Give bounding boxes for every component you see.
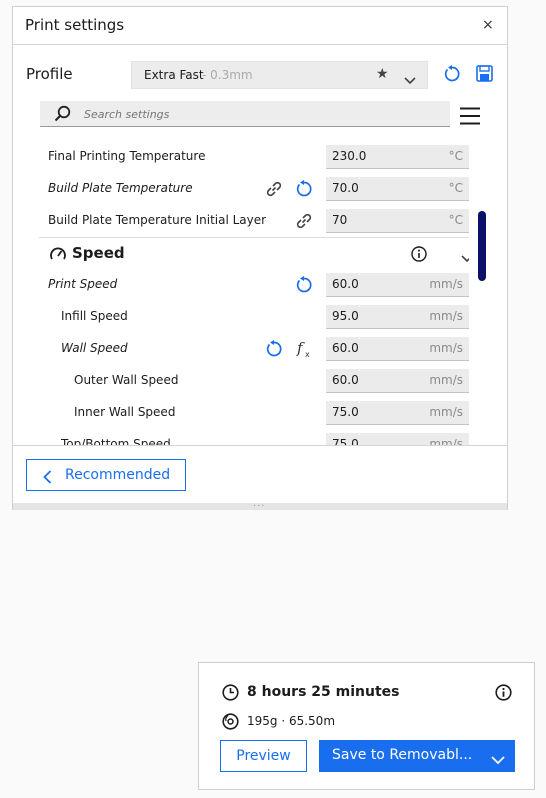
save-icon[interactable] — [476, 65, 493, 86]
setting-value-field[interactable]: 230.0 °C — [326, 145, 469, 169]
save-label: Save to Removabl... — [332, 747, 473, 763]
setting-row: Top/Bottom Speed 75.0 mm/s — [39, 429, 469, 445]
chevron-down-icon[interactable] — [461, 248, 469, 267]
setting-value: 75.0 — [332, 405, 359, 419]
recommended-button[interactable]: Recommended — [26, 459, 186, 491]
settings-list: Final Printing Temperature 230.0 °C Buil… — [39, 145, 469, 445]
material-usage: 195g · 65.50m — [247, 714, 336, 728]
setting-unit: mm/s — [429, 309, 463, 323]
preview-button[interactable]: Preview — [220, 740, 307, 772]
setting-value: 70.0 — [332, 181, 359, 195]
clock-icon — [222, 684, 239, 705]
category-title: Speed — [72, 244, 125, 262]
setting-value-field[interactable]: 60.0 mm/s — [326, 337, 469, 361]
footer-divider — [13, 445, 507, 446]
setting-label: Build Plate Temperature — [48, 181, 193, 195]
print-summary-card: 8 hours 25 minutes 195g · 65.50m Preview… — [198, 662, 535, 790]
setting-value: 60.0 — [332, 373, 359, 387]
setting-unit: mm/s — [429, 373, 463, 387]
recommended-label: Recommended — [65, 467, 171, 483]
close-icon[interactable]: × — [482, 17, 494, 33]
setting-row: Print Speed 60.0 mm/s — [39, 269, 469, 301]
speedometer-icon — [49, 246, 67, 266]
menu-icon[interactable] — [460, 107, 480, 129]
setting-row: Final Printing Temperature 230.0 °C — [39, 145, 469, 173]
chevron-down-icon — [404, 70, 416, 89]
setting-unit: mm/s — [429, 277, 463, 291]
profile-dropdown[interactable]: Extra Fast - 0.3mm ★ — [131, 61, 428, 89]
reset-icon[interactable] — [295, 180, 313, 202]
setting-unit: mm/s — [429, 341, 463, 355]
setting-value-field[interactable]: 70.0 °C — [326, 177, 469, 201]
setting-value: 70 — [332, 213, 348, 227]
category-speed[interactable]: Speed — [39, 237, 469, 269]
reset-icon[interactable] — [265, 340, 283, 362]
link-icon[interactable] — [265, 180, 283, 202]
setting-row: Wall Speed fx 60.0 mm/s — [39, 333, 469, 365]
info-icon[interactable] — [495, 684, 512, 705]
profile-name: Extra Fast — [144, 68, 204, 82]
setting-label: Inner Wall Speed — [74, 405, 176, 419]
setting-value-field[interactable]: 60.0 mm/s — [326, 273, 469, 297]
setting-row: Infill Speed 95.0 mm/s — [39, 301, 469, 333]
panel-header: Print settings × — [13, 7, 507, 45]
setting-label: Final Printing Temperature — [48, 149, 206, 163]
info-icon[interactable] — [411, 246, 427, 266]
setting-label: Print Speed — [48, 277, 118, 291]
star-icon[interactable]: ★ — [376, 66, 389, 82]
search-icon — [54, 105, 72, 127]
setting-value: 60.0 — [332, 341, 359, 355]
setting-value-field[interactable]: 75.0 mm/s — [326, 401, 469, 425]
profile-label: Profile — [26, 65, 73, 83]
reset-icon[interactable] — [443, 65, 461, 87]
setting-value-field[interactable]: 70 °C — [326, 209, 469, 233]
chevron-left-icon — [43, 469, 52, 488]
function-icon[interactable]: fx — [296, 339, 314, 363]
profile-layer-height: - 0.3mm — [202, 68, 253, 82]
setting-label: Top/Bottom Speed — [61, 437, 171, 445]
setting-value: 75.0 — [332, 437, 359, 445]
setting-value: 60.0 — [332, 277, 359, 291]
chevron-down-icon[interactable] — [491, 750, 505, 769]
setting-unit: mm/s — [429, 437, 463, 445]
drag-dots-icon: ... — [253, 498, 266, 509]
setting-value-field[interactable]: 60.0 mm/s — [326, 369, 469, 393]
panel-title: Print settings — [25, 16, 125, 34]
setting-row: Inner Wall Speed 75.0 mm/s — [39, 397, 469, 429]
setting-unit: °C — [448, 181, 463, 195]
setting-label: Infill Speed — [61, 309, 128, 323]
setting-value: 230.0 — [332, 149, 367, 163]
setting-row: Build Plate Temperature Initial Layer 70… — [39, 205, 469, 237]
setting-label: Build Plate Temperature Initial Layer — [48, 213, 267, 227]
setting-unit: °C — [448, 213, 463, 227]
save-to-removable-button[interactable]: Save to Removabl... — [319, 740, 515, 772]
preview-label: Preview — [236, 748, 291, 764]
search-bar — [40, 101, 450, 127]
setting-label: Outer Wall Speed — [74, 373, 179, 387]
scrollbar-thumb[interactable] — [478, 211, 486, 281]
setting-row: Outer Wall Speed 60.0 mm/s — [39, 365, 469, 397]
resize-handle[interactable]: ... — [13, 498, 507, 510]
setting-row: Build Plate Temperature 70.0 °C — [39, 173, 469, 205]
reset-icon[interactable] — [295, 276, 313, 298]
svg-text:f: f — [296, 339, 305, 357]
setting-unit: mm/s — [429, 405, 463, 419]
setting-value-field[interactable]: 75.0 mm/s — [326, 433, 469, 445]
setting-value-field[interactable]: 95.0 mm/s — [326, 305, 469, 329]
spool-icon — [222, 713, 239, 734]
print-settings-panel: Print settings × Profile Extra Fast - 0.… — [12, 6, 508, 510]
print-time: 8 hours 25 minutes — [247, 684, 400, 700]
svg-text:x: x — [305, 350, 310, 359]
search-input[interactable] — [84, 105, 424, 123]
setting-value: 95.0 — [332, 309, 359, 323]
setting-unit: °C — [448, 149, 463, 163]
setting-label: Wall Speed — [61, 341, 128, 355]
link-icon[interactable] — [295, 212, 313, 234]
